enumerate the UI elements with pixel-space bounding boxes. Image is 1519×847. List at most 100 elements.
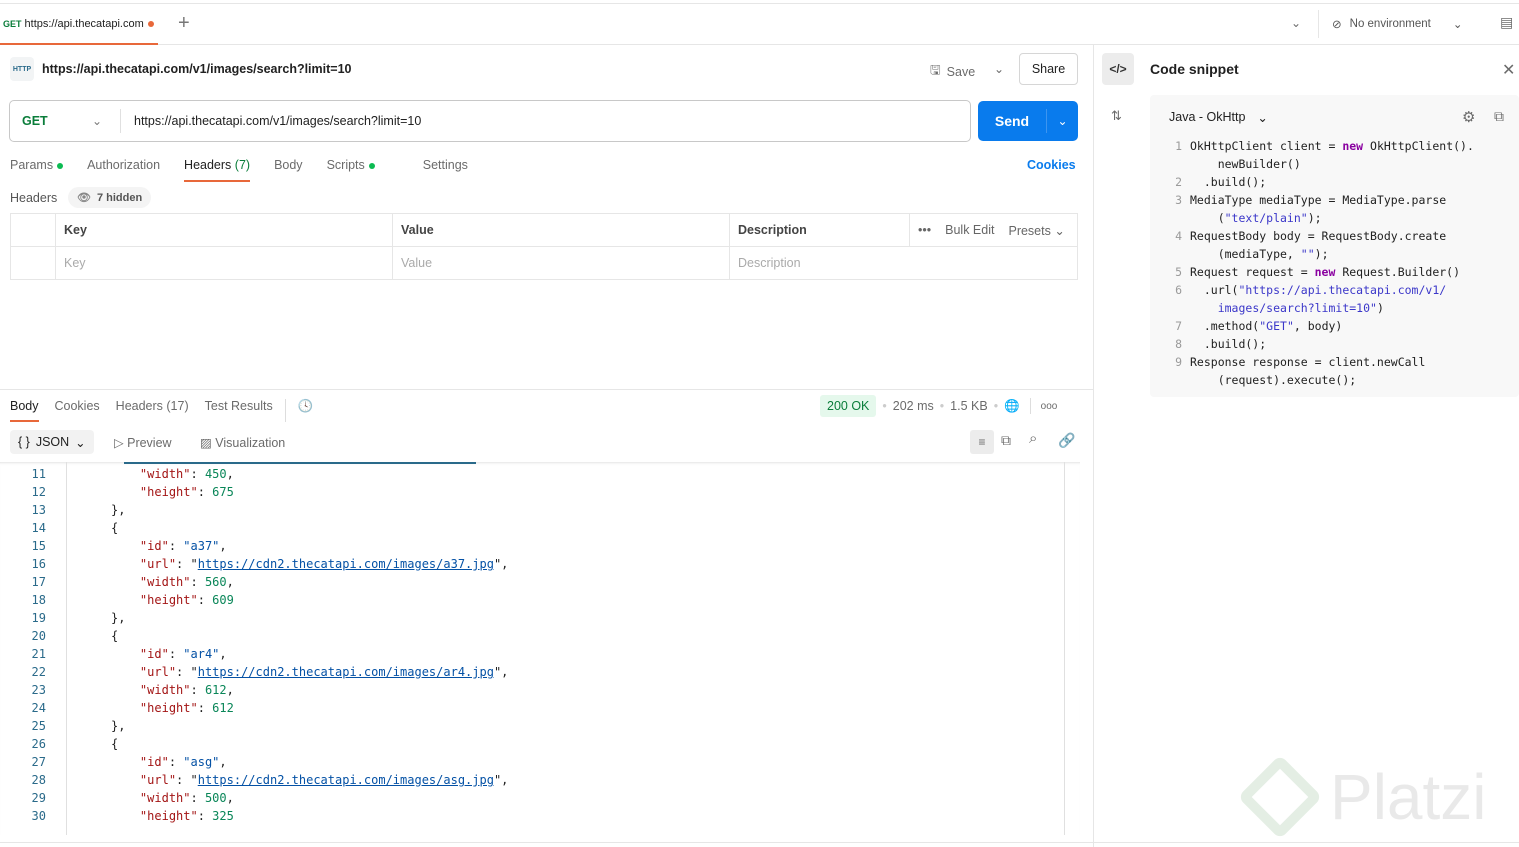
- pane-divider[interactable]: [0, 389, 1093, 390]
- json-line: 13 },: [0, 501, 126, 519]
- chevron-down-icon: ⌄: [1257, 111, 1268, 125]
- json-token: ",: [493, 665, 509, 679]
- response-time[interactable]: 202 ms: [893, 399, 934, 413]
- scrollbar[interactable]: [1064, 462, 1065, 835]
- share-button[interactable]: Share: [1019, 53, 1078, 85]
- description-input[interactable]: Description: [729, 247, 1078, 280]
- save-button[interactable]: 🖫 Save: [930, 61, 975, 82]
- json-token: "height": [139, 809, 198, 823]
- json-token: 675: [212, 485, 234, 499]
- line-number: 3: [1175, 193, 1182, 207]
- tab-params[interactable]: Params: [10, 158, 64, 182]
- code-token: (request).execute();: [1190, 373, 1357, 387]
- code-token: OkHttpClient().: [1363, 139, 1474, 153]
- json-token: "id": [139, 539, 169, 553]
- url-link[interactable]: https://cdn2.thecatapi.com/images/ar4.jp…: [198, 665, 494, 679]
- close-icon[interactable]: ✕: [1502, 60, 1515, 80]
- copy-icon[interactable]: ⧉: [1494, 108, 1504, 125]
- json-token: : ": [176, 557, 198, 571]
- send-options-chevron-icon[interactable]: ⌄: [1047, 101, 1078, 141]
- tab-authorization[interactable]: Authorization: [87, 158, 160, 182]
- json-line: 25 },: [0, 717, 126, 735]
- wrap-lines-icon[interactable]: ≡: [970, 430, 994, 454]
- code-token: .url(: [1190, 283, 1239, 297]
- json-token: :: [190, 467, 205, 481]
- tabs-dropdown-chevron-icon[interactable]: ⌄: [1288, 15, 1304, 31]
- history-icon[interactable]: 🕓: [284, 399, 313, 422]
- cookies-link[interactable]: Cookies: [1027, 158, 1076, 172]
- request-tabs: Params Authorization Headers (7) Body Sc…: [10, 158, 492, 182]
- line-number: 8: [1175, 337, 1182, 351]
- code-icon[interactable]: </>: [1102, 53, 1134, 85]
- request-name: https://api.thecatapi.com/v1/images/sear…: [42, 62, 352, 76]
- json-token: "asg": [183, 755, 220, 769]
- response-size[interactable]: 1.5 KB: [950, 399, 988, 413]
- url-link[interactable]: https://cdn2.thecatapi.com/images/asg.jp…: [198, 773, 494, 787]
- visualization-button[interactable]: ▨ Visualization: [200, 435, 285, 450]
- link-icon[interactable]: 🔗: [1058, 432, 1075, 449]
- code-token: OkHttpClient client =: [1190, 139, 1343, 153]
- chevron-down-icon: ⌄: [92, 114, 103, 128]
- bulk-edit-button[interactable]: Bulk Edit: [945, 223, 994, 238]
- code-line: 8 .build();: [1160, 335, 1266, 353]
- status-badge[interactable]: 200 OK: [820, 395, 877, 417]
- response-tab-headers[interactable]: Headers (17): [116, 399, 189, 422]
- line-number: 19: [31, 611, 46, 625]
- json-token: "ar4": [183, 647, 220, 661]
- key-input[interactable]: Key: [55, 247, 393, 280]
- environment-quick-look-icon[interactable]: ▤: [1500, 14, 1513, 31]
- code-line: (request).execute();: [1160, 371, 1356, 389]
- url-link[interactable]: https://cdn2.thecatapi.com/images/a37.jp…: [198, 557, 494, 571]
- send-button[interactable]: Send: [978, 101, 1046, 141]
- response-tab-body[interactable]: Body: [10, 399, 39, 422]
- line-number: 7: [1175, 319, 1182, 333]
- code-token: new: [1342, 139, 1364, 153]
- json-token: 560: [204, 575, 227, 589]
- json-line: 16 "url": "https://cdn2.thecatapi.com/im…: [0, 555, 509, 573]
- copy-icon[interactable]: ⧉: [1001, 432, 1011, 449]
- tab-headers[interactable]: Headers (7): [184, 158, 251, 182]
- response-body-editor[interactable]: 11 "width": 450, 12 "height": 675 13 }, 14 …: [0, 462, 1080, 835]
- preview-button[interactable]: ▷ Preview: [114, 435, 172, 450]
- more-options-icon[interactable]: •••: [918, 223, 931, 238]
- method-select[interactable]: GET ⌄: [10, 101, 120, 141]
- tab-scripts[interactable]: Scripts: [327, 158, 399, 182]
- url-input[interactable]: https://api.thecatapi.com/v1/images/sear…: [134, 114, 421, 128]
- line-number: 11: [31, 467, 46, 481]
- line-number: 1: [1175, 139, 1182, 153]
- chevron-down-icon: ⌄: [1452, 19, 1463, 31]
- response-tab-cookies[interactable]: Cookies: [55, 399, 100, 422]
- gear-icon[interactable]: ⚙: [1462, 108, 1475, 126]
- json-token: : ": [176, 773, 198, 787]
- code-token: , body): [1293, 319, 1343, 333]
- method-value: GET: [22, 114, 48, 128]
- response-meta: 200 OK • 202 ms • 1.5 KB • 🌐 ooo: [820, 395, 1057, 417]
- request-tab[interactable]: GET https://api.thecatapi.com: [0, 4, 158, 45]
- hidden-headers-toggle[interactable]: 👁 7 hidden: [68, 187, 152, 208]
- search-icon[interactable]: ⌕: [1029, 430, 1037, 447]
- chevron-down-icon: ⌄: [75, 435, 86, 450]
- more-options-icon[interactable]: ooo: [1041, 401, 1058, 412]
- format-select[interactable]: { } JSON ⌄: [10, 430, 94, 454]
- tab-body[interactable]: Body: [274, 158, 303, 182]
- refresh-icon[interactable]: ⇅: [1111, 108, 1122, 124]
- network-security-icon[interactable]: 🌐: [1004, 399, 1020, 414]
- json-token: ,: [219, 539, 227, 553]
- save-options-chevron-icon[interactable]: ⌄: [992, 60, 1006, 78]
- response-tab-test-results[interactable]: Test Results: [205, 399, 273, 422]
- presets-dropdown[interactable]: Presets ⌄: [1008, 223, 1064, 238]
- code-token: (: [1190, 211, 1225, 225]
- json-token: 612: [204, 683, 227, 697]
- code-line: 6 .url("https://api.thecatapi.com/v1/: [1160, 281, 1446, 299]
- no-environment-icon: ⊘: [1332, 19, 1342, 31]
- tab-settings[interactable]: Settings: [423, 158, 468, 182]
- new-tab-button[interactable]: +: [178, 12, 190, 35]
- json-line: 22 "url": "https://cdn2.thecatapi.com/im…: [0, 663, 509, 681]
- format-value: JSON: [35, 435, 70, 449]
- json-token: {: [111, 521, 119, 535]
- json-token: ,: [219, 755, 227, 769]
- value-input[interactable]: Value: [392, 247, 730, 280]
- line-number: 5: [1175, 265, 1182, 279]
- environment-selector[interactable]: ⊘ No environment ⌄: [1332, 17, 1462, 31]
- language-select[interactable]: Java - OkHttp ⌄: [1169, 110, 1268, 125]
